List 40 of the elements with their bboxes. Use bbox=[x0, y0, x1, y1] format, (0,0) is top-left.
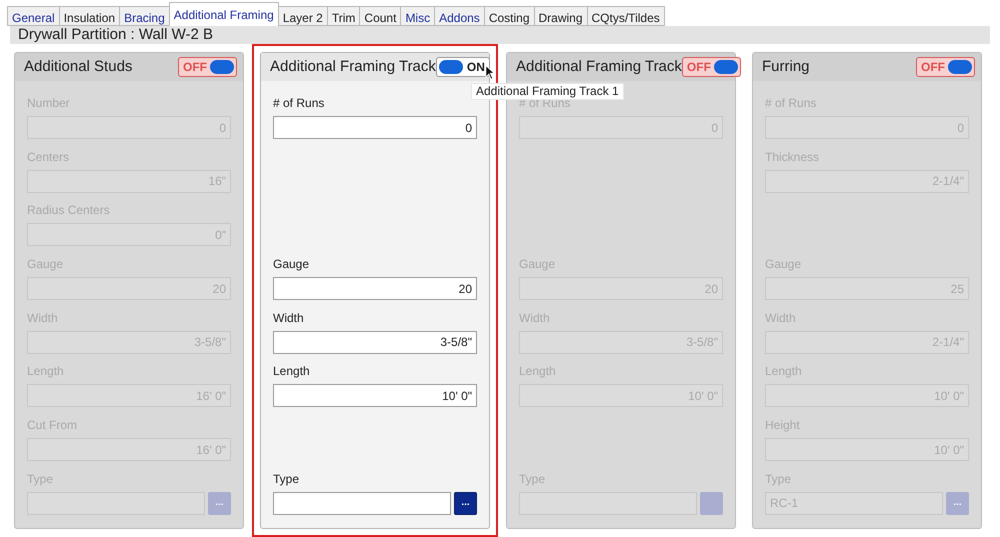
tab[interactable]: Count bbox=[359, 6, 402, 26]
browse-button[interactable] bbox=[700, 492, 723, 515]
panel-title: Additional Framing Track bbox=[270, 56, 436, 77]
input-field[interactable]: 3-5/8" bbox=[273, 330, 477, 354]
window-title: Drywall Partition : Wall W-2 B bbox=[18, 24, 214, 45]
panel-title: Additional Studs bbox=[24, 56, 132, 77]
field-label: # of Runs bbox=[273, 96, 324, 110]
input-field[interactable]: 20 bbox=[273, 277, 477, 300]
toggle-switch[interactable]: OFF bbox=[682, 57, 741, 77]
toggle-label: OFF bbox=[183, 59, 207, 76]
toggle-switch[interactable]: ON bbox=[436, 57, 490, 77]
toggle-switch[interactable]: OFF bbox=[178, 57, 237, 77]
tab[interactable]: Additional Framing bbox=[168, 2, 279, 26]
panel-title: Additional Framing Track bbox=[516, 56, 682, 77]
input-field[interactable]: 10' 0" bbox=[273, 384, 477, 408]
tab[interactable]: Insulation bbox=[58, 6, 120, 26]
toggle-label: ON bbox=[466, 59, 486, 76]
input-field[interactable]: 0 bbox=[273, 116, 477, 139]
tab[interactable]: Drawing bbox=[534, 6, 588, 26]
toggle-switch[interactable]: OFF bbox=[916, 57, 975, 77]
tab[interactable]: Addons bbox=[434, 6, 485, 26]
field-label: Type bbox=[273, 472, 300, 486]
browse-button[interactable]: ... bbox=[946, 492, 969, 515]
panel-title: Furring bbox=[762, 56, 810, 77]
tab[interactable]: CQtys/Tildes bbox=[586, 6, 665, 26]
toggle-label: OFF bbox=[686, 59, 711, 76]
tab[interactable]: Bracing bbox=[119, 6, 170, 26]
toggle-label: OFF bbox=[921, 59, 945, 76]
field-label: Gauge bbox=[273, 257, 310, 272]
tab[interactable]: Trim bbox=[326, 6, 360, 26]
tab[interactable]: Misc bbox=[400, 6, 436, 26]
tab[interactable]: Costing bbox=[484, 6, 534, 26]
field-label: Length bbox=[273, 364, 310, 378]
browse-button[interactable]: ... bbox=[208, 492, 231, 515]
browse-button[interactable]: ... bbox=[454, 492, 477, 515]
field-label: Width bbox=[273, 310, 304, 325]
tab[interactable]: Layer 2 bbox=[278, 6, 328, 26]
tooltip: Additional Framing Track 1 bbox=[471, 83, 624, 100]
input-field[interactable] bbox=[273, 492, 451, 515]
tab[interactable]: General bbox=[7, 6, 60, 26]
